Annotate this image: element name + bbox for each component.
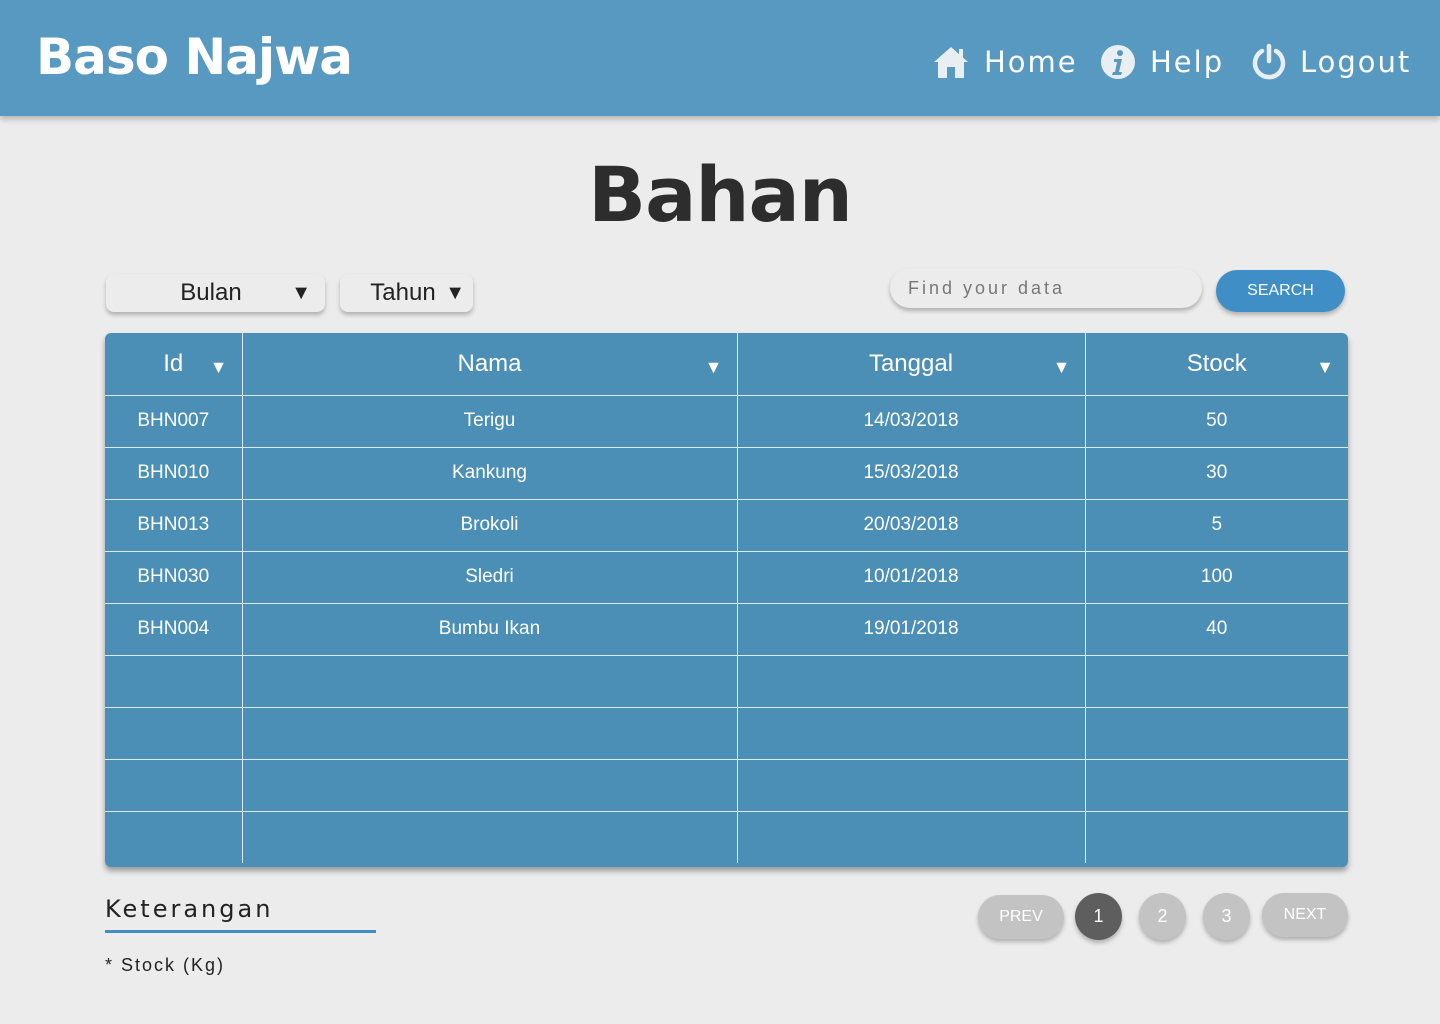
column-header-id[interactable]: Id ▼ (105, 333, 243, 396)
notes-title: Keterangan (105, 895, 274, 923)
year-select[interactable]: Tahun ▼ (340, 274, 473, 312)
cell-tanggal: 19/01/2018 (736, 602, 1086, 656)
column-header-label: Tanggal (868, 349, 954, 377)
power-icon (1252, 43, 1286, 80)
cell-id: BHN007 (105, 394, 243, 448)
chevron-down-icon: ▼ (445, 281, 465, 304)
cell-tanggal (736, 758, 1086, 812)
top-navbar: Baso Najwa Home Help Logout (0, 0, 1440, 116)
notes-underline (105, 930, 376, 933)
cell-nama: Terigu (241, 394, 738, 448)
cell-stock: 40 (1084, 602, 1348, 656)
cell-nama (241, 810, 738, 863)
cell-id: BHN004 (105, 602, 243, 656)
cell-nama (241, 706, 738, 760)
column-header-label: Id (163, 349, 184, 377)
cell-tanggal: 20/03/2018 (736, 498, 1086, 552)
column-header-stock[interactable]: Stock ▼ (1084, 333, 1348, 396)
cell-nama: Kankung (241, 446, 738, 500)
page-1-button[interactable]: 1 (1075, 893, 1122, 940)
cell-tanggal: 10/01/2018 (736, 550, 1086, 604)
cell-nama (241, 654, 738, 708)
cell-stock (1084, 758, 1348, 812)
notes-item: * Stock (Kg) (105, 955, 226, 975)
cell-tanggal: 15/03/2018 (736, 446, 1086, 500)
sort-arrow-icon: ▼ (209, 357, 228, 377)
nav-home-link[interactable]: Home (932, 40, 1078, 84)
cell-nama: Bumbu Ikan (241, 602, 738, 656)
table-row[interactable]: BHN030 Sledri 10/01/2018 100 (105, 550, 1348, 604)
cell-stock: 100 (1084, 550, 1348, 604)
cell-stock: 5 (1084, 498, 1348, 552)
nav-logout-label: Logout (1300, 45, 1412, 79)
month-select[interactable]: Bulan ▼ (106, 274, 325, 312)
column-header-nama[interactable]: Nama ▼ (241, 333, 738, 396)
cell-tanggal: 14/03/2018 (736, 394, 1086, 448)
table-header-row: Id ▼ Nama ▼ Tanggal ▼ Stock ▼ (105, 333, 1348, 396)
table-row[interactable]: BHN013 Brokoli 20/03/2018 5 (105, 498, 1348, 552)
table-row[interactable]: BHN010 Kankung 15/03/2018 30 (105, 446, 1348, 500)
cell-id: BHN030 (105, 550, 243, 604)
search-input[interactable] (890, 268, 1202, 308)
table-row[interactable] (105, 758, 1348, 812)
nav-home-label: Home (984, 45, 1078, 79)
prev-page-button[interactable]: PREV (978, 895, 1064, 939)
data-table: Id ▼ Nama ▼ Tanggal ▼ Stock ▼ BHN007 Teri… (105, 333, 1348, 867)
cell-tanggal (736, 654, 1086, 708)
next-page-button[interactable]: NEXT (1262, 893, 1348, 937)
home-icon (934, 47, 968, 78)
cell-id (105, 810, 243, 863)
cell-stock: 50 (1084, 394, 1348, 448)
table-row[interactable]: BHN007 Terigu 14/03/2018 50 (105, 394, 1348, 448)
column-header-label: Stock (1186, 349, 1247, 377)
cell-id (105, 706, 243, 760)
page-2-button[interactable]: 2 (1139, 893, 1186, 940)
sort-arrow-icon: ▼ (704, 357, 723, 377)
cell-stock: 30 (1084, 446, 1348, 500)
cell-tanggal (736, 706, 1086, 760)
cell-nama: Brokoli (241, 498, 738, 552)
column-header-tanggal[interactable]: Tanggal ▼ (736, 333, 1086, 396)
cell-nama (241, 758, 738, 812)
search-button[interactable]: SEARCH (1216, 270, 1345, 312)
cell-stock (1084, 654, 1348, 708)
nav-help-link[interactable]: Help (1100, 40, 1224, 84)
nav-logout-link[interactable]: Logout (1252, 40, 1411, 84)
month-select-label: Bulan (180, 279, 242, 306)
nav-help-label: Help (1150, 45, 1225, 79)
cell-id (105, 758, 243, 812)
cell-stock (1084, 706, 1348, 760)
info-icon (1101, 45, 1135, 79)
column-header-label: Nama (457, 349, 522, 377)
sort-arrow-icon: ▼ (1316, 357, 1334, 377)
table-row[interactable]: BHN004 Bumbu Ikan 19/01/2018 40 (105, 602, 1348, 656)
cell-id: BHN013 (105, 498, 243, 552)
page-3-button[interactable]: 3 (1203, 893, 1250, 940)
table-row[interactable] (105, 706, 1348, 760)
cell-nama: Sledri (241, 550, 738, 604)
cell-tanggal (736, 810, 1086, 863)
cell-id: BHN010 (105, 446, 243, 500)
table-row[interactable] (105, 810, 1348, 863)
chevron-down-icon: ▼ (291, 281, 311, 304)
table-row[interactable] (105, 654, 1348, 708)
cell-id (105, 654, 243, 708)
page-title: Bahan (588, 150, 853, 239)
cell-stock (1084, 810, 1348, 863)
sort-arrow-icon: ▼ (1052, 357, 1071, 377)
brand-logo[interactable]: Baso Najwa (36, 28, 353, 86)
